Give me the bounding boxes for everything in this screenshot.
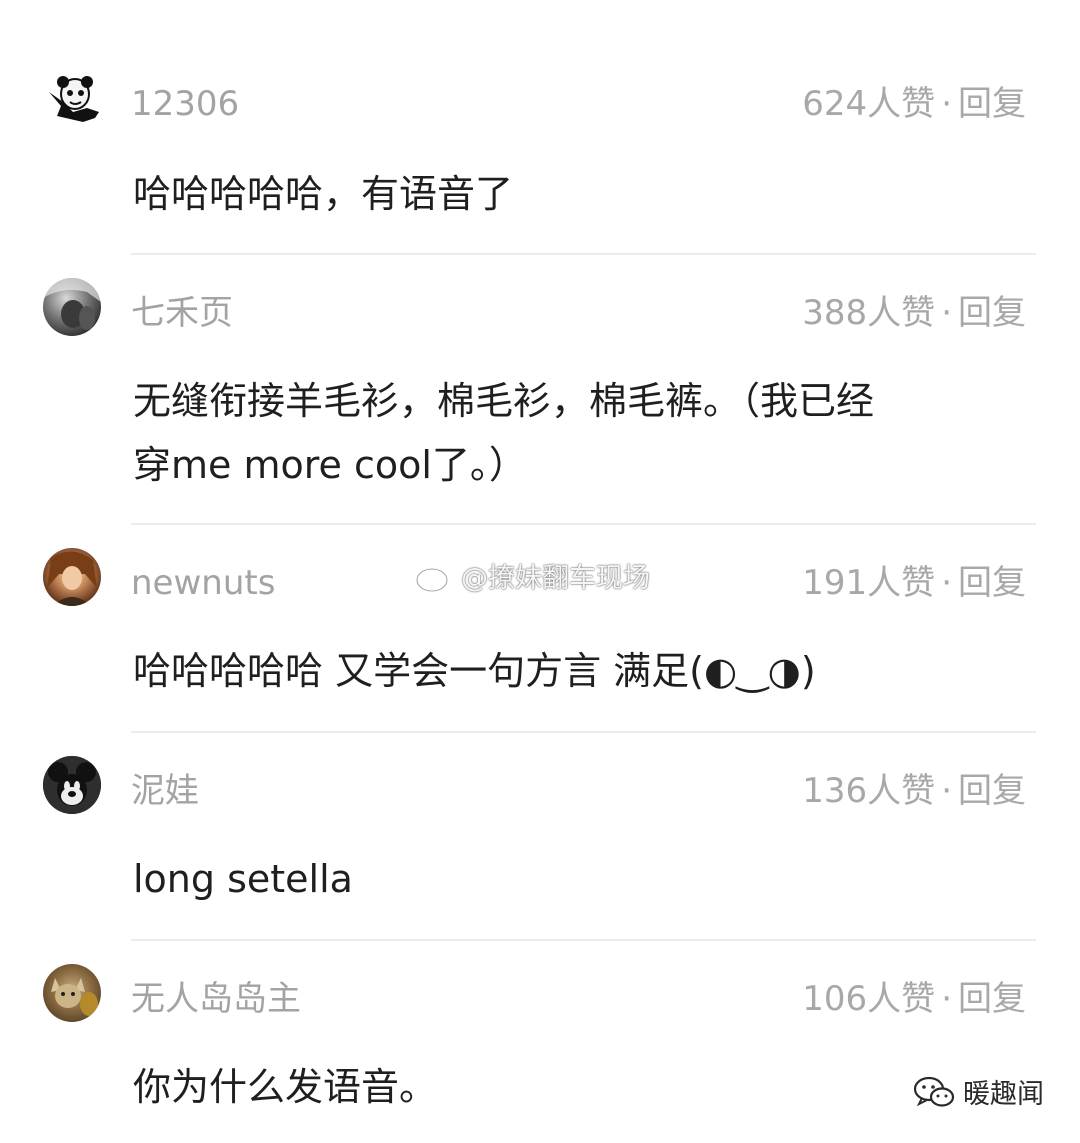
weibo-logo-icon <box>415 561 454 592</box>
brand-name: 暖趣闻 <box>963 1079 1044 1110</box>
girl-photo-avatar-icon <box>47 551 97 606</box>
reply-button[interactable]: 回复 <box>958 979 1026 1019</box>
comment-item: 无人岛岛主 106人赞 · 回复 你为什么发语音。 <box>0 941 1080 1143</box>
username[interactable]: 无人岛岛主 <box>131 979 301 1019</box>
account-brand: 暖趣闻 <box>913 1072 1044 1111</box>
separator: · <box>941 563 952 603</box>
watermark-text: @撩妹翻车现场 <box>461 563 650 594</box>
reply-button[interactable]: 回复 <box>958 771 1026 811</box>
comment-item: 七禾页 388人赞 · 回复 无缝衔接羊毛衫，棉毛衫，棉毛裤。（我已经 穿me mo… <box>0 255 1080 525</box>
username[interactable]: newnuts <box>131 563 275 603</box>
like-count[interactable]: 106人赞 <box>802 979 935 1019</box>
comment-text-line: 无缝衔接羊毛衫，棉毛衫，棉毛裤。（我已经 <box>133 379 875 423</box>
comment-meta: 388人赞 · 回复 <box>802 293 1026 333</box>
comment-text: 哈哈哈哈哈 又学会一句方言 满足(◐‿◑) <box>133 649 816 693</box>
comment-item: 12306 624人赞 · 回复 哈哈哈哈哈，有语音了 <box>0 0 1080 255</box>
comment-text-line: 穿me more cool了。） <box>133 443 527 487</box>
reply-button[interactable]: 回复 <box>958 563 1026 603</box>
comment-meta: 106人赞 · 回复 <box>802 979 1026 1019</box>
comment-text: 无缝衔接羊毛衫，棉毛衫，棉毛裤。（我已经 穿me more cool了。） <box>133 369 1036 497</box>
comment-item: 泥娃 136人赞 · 回复 long setella <box>0 733 1080 941</box>
separator: · <box>941 293 952 333</box>
user-avatar[interactable] <box>43 548 101 606</box>
user-avatar[interactable] <box>43 964 101 1022</box>
comment-text: 你为什么发语音。 <box>133 1065 438 1109</box>
separator: · <box>941 979 952 1019</box>
weibo-watermark: @撩妹翻车现场 <box>415 556 650 595</box>
comment-text: 哈哈哈哈哈，有语音了 <box>133 172 514 216</box>
like-count[interactable]: 136人赞 <box>802 771 935 811</box>
reply-button[interactable]: 回复 <box>958 293 1026 333</box>
username[interactable]: 泥娃 <box>131 771 199 811</box>
mickey-icon <box>43 756 101 814</box>
like-count[interactable]: 624人赞 <box>802 84 935 124</box>
comment-meta: 136人赞 · 回复 <box>802 771 1026 811</box>
photo-avatar-icon <box>43 278 101 330</box>
comment-meta: 191人赞 · 回复 <box>802 563 1026 603</box>
like-count[interactable]: 191人赞 <box>802 563 935 603</box>
separator: · <box>941 771 952 811</box>
cat-photo-avatar-icon <box>51 978 98 1016</box>
comment-text: long setella <box>133 857 353 901</box>
username[interactable]: 12306 <box>131 84 239 124</box>
username[interactable]: 七禾页 <box>131 293 233 333</box>
separator: · <box>941 84 952 124</box>
wechat-icon <box>913 1076 955 1107</box>
panda-meme-icon <box>49 76 99 122</box>
user-avatar[interactable] <box>43 72 101 130</box>
like-count[interactable]: 388人赞 <box>802 293 935 333</box>
user-avatar[interactable] <box>43 278 101 336</box>
comment-meta: 624人赞 · 回复 <box>802 84 1026 124</box>
user-avatar[interactable] <box>43 756 101 814</box>
reply-button[interactable]: 回复 <box>958 84 1026 124</box>
